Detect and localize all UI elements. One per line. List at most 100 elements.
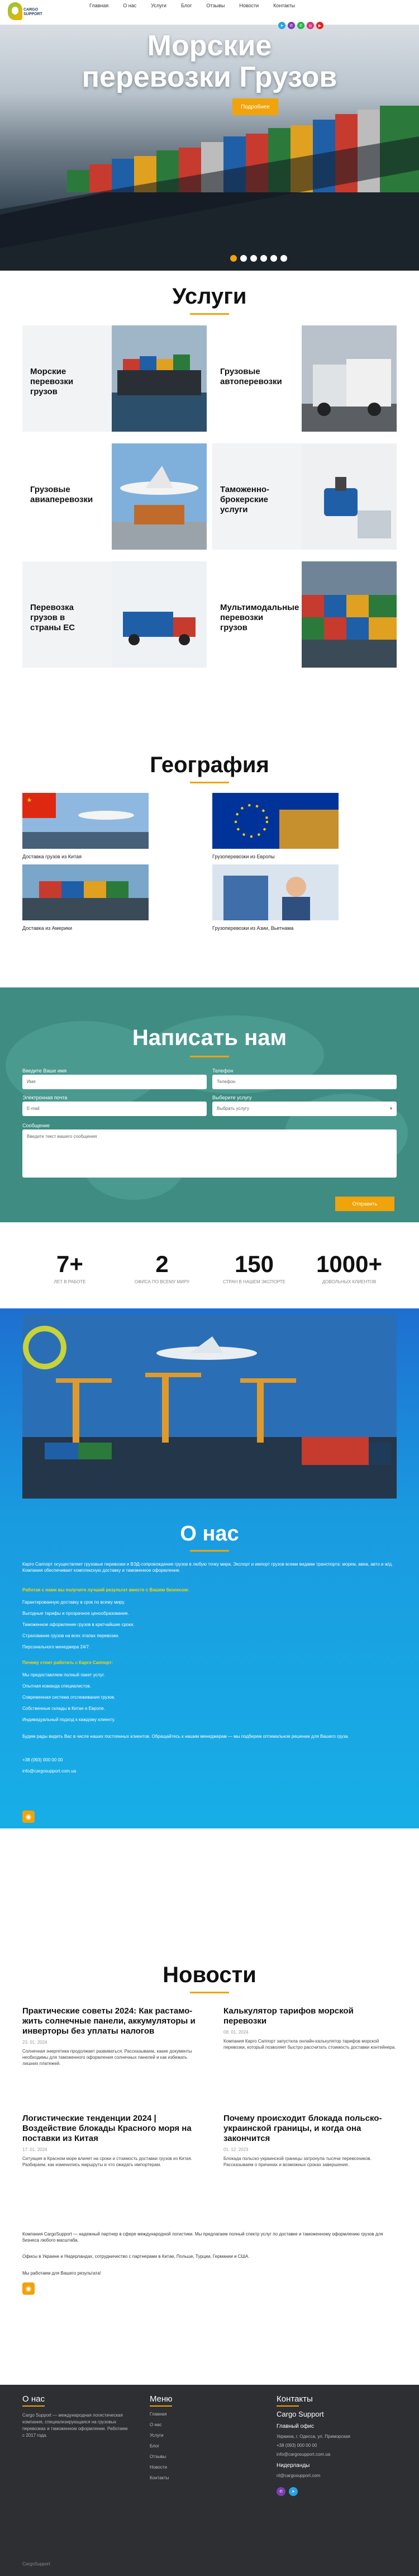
geo-image — [22, 864, 149, 920]
nav-item-about[interactable]: О нас — [123, 3, 136, 8]
telegram-icon[interactable]: ➤ — [289, 2487, 298, 2496]
service-select-label: Выберите услугу — [212, 1095, 252, 1100]
chevron-down-icon: ▾ — [389, 1106, 392, 1111]
services-title: Услуги — [172, 284, 247, 309]
service-card[interactable]: Грузовые автоперевозки — [212, 325, 397, 432]
hero-title: Морские перевозки Грузов — [82, 30, 337, 93]
nav-item-news[interactable]: Новости — [239, 3, 259, 8]
about-line: Опытная команда специалистов. — [22, 1684, 92, 1689]
stat-number: 7+ — [56, 1251, 83, 1277]
service-image — [302, 561, 397, 668]
title-underline — [22, 2405, 45, 2407]
message-field[interactable]: Введите текст вашего сообщения — [22, 1129, 397, 1178]
about-title: О нас — [180, 1522, 239, 1545]
slider-dot[interactable] — [250, 255, 257, 262]
telegram-icon[interactable]: ➤ — [278, 22, 285, 29]
slider-dot[interactable] — [280, 255, 287, 262]
footer-nl-email[interactable]: nl@cargosupport.com — [277, 2473, 320, 2479]
title-underline — [190, 1550, 229, 1552]
nav-item-services[interactable]: Услуги — [151, 3, 166, 8]
footer-email[interactable]: info@cargosupport.com.ua — [277, 2451, 330, 2458]
footer-menu-item[interactable]: Главная — [150, 2409, 169, 2419]
service-card[interactable]: Таможенно-брокерские услуги — [212, 443, 397, 550]
viber-icon[interactable]: ✆ — [277, 2487, 285, 2496]
email-label: Электронная почта — [22, 1095, 68, 1100]
service-title: Перевозка грузов в страны ЕС — [30, 603, 75, 632]
footer-phone[interactable]: +38 (093) 000 00 00 — [277, 2442, 317, 2449]
footer-address: Украина, г. Одесса, ул. Приморская — [277, 2434, 350, 2439]
footer-menu-item[interactable]: Новости — [150, 2462, 169, 2473]
service-image — [302, 443, 397, 550]
footer-menu-item[interactable]: Блог — [150, 2441, 169, 2451]
news-date: 23. 01. 2024 — [22, 2040, 47, 2045]
rss-icon[interactable]: ◉ — [22, 2282, 35, 2295]
stat-number: 150 — [234, 1251, 274, 1277]
news-title[interactable]: Практические советы 2024: Как растамо-жи… — [22, 2006, 196, 2036]
stat-item: 7+ ЛЕТ В РАБОТЕ — [28, 1251, 112, 1285]
service-title: Морские перевозки грузов — [30, 367, 74, 396]
about-intro: Карго Саппорт осуществляет грузовые пере… — [22, 1562, 393, 1573]
footer-menu: Главная О нас Услуги Блог Отзывы Новости… — [150, 2409, 169, 2483]
news-item[interactable]: Логистические тенденции 2024 | Воздейств… — [22, 2114, 196, 2168]
slider-dot[interactable] — [230, 255, 237, 262]
nav-item-blog[interactable]: Блог — [181, 3, 192, 8]
footer-menu-item[interactable]: Услуги — [150, 2430, 169, 2441]
whatsapp-icon[interactable]: ✆ — [297, 22, 304, 29]
service-image — [302, 325, 397, 432]
about-line: Выгодные тарифы и прозрачное ценообразов… — [22, 1611, 129, 1616]
title-underline — [190, 313, 229, 315]
service-card[interactable]: Морские перевозки грузов — [22, 325, 207, 432]
news-item[interactable]: Практические советы 2024: Как растамо-жи… — [22, 2006, 196, 2067]
youtube-icon[interactable]: ▶ — [316, 22, 323, 29]
viber-icon[interactable]: ✆ — [288, 22, 295, 29]
news-date: 17. 01. 2024 — [22, 2147, 47, 2152]
news-item[interactable]: Почему происходит блокада польско-украин… — [223, 2114, 397, 2168]
news-title[interactable]: Почему происходит блокада польско-украин… — [223, 2114, 397, 2144]
about-email[interactable]: info@cargosupport.com.ua — [22, 1768, 397, 1774]
nav-item-contacts[interactable]: Контакты — [273, 3, 295, 8]
instagram-icon[interactable]: ◎ — [307, 22, 314, 29]
about-line: Мы предоставляем полный пакет услуг. — [22, 1672, 105, 1677]
geo-card[interactable]: Доставка из Америки — [22, 864, 149, 933]
stat-label: ЛЕТ В РАБОТЕ — [54, 1279, 86, 1284]
slider-dot[interactable] — [260, 255, 267, 262]
slider-dot[interactable] — [240, 255, 247, 262]
email-field[interactable]: E-mail — [22, 1102, 207, 1116]
slider-dot[interactable] — [270, 255, 277, 262]
about-line: Страхование грузов на всех этапах перево… — [22, 1633, 120, 1638]
about-line: Индивидуальный подход к каждому клиенту. — [22, 1717, 115, 1722]
news-title[interactable]: Калькулятор тарифов морской перевозки — [223, 2006, 397, 2026]
about-outro: Будем рады видеть Вас в числе наших пост… — [22, 1734, 349, 1739]
stat-label: ДОВОЛЬНЫХ КЛИЕНТОВ — [322, 1279, 377, 1284]
slider-dots — [230, 255, 287, 262]
service-title: Грузовые автоперевозки — [220, 367, 282, 386]
nav-item-reviews[interactable]: Отзывы — [206, 3, 225, 8]
logo-mark — [8, 2, 22, 20]
nav-item-home[interactable]: Главная — [89, 3, 108, 8]
geo-card[interactable]: Доставка грузов из Китая — [22, 793, 149, 861]
send-button[interactable]: Отправить — [335, 1197, 394, 1211]
service-image — [112, 325, 207, 432]
phone-field[interactable]: Телефон — [212, 1075, 397, 1089]
logo[interactable]: CARGO SUPPORT — [8, 2, 42, 21]
footer-menu-item[interactable]: Контакты — [150, 2473, 169, 2483]
footer-menu-item[interactable]: О нас — [150, 2419, 169, 2430]
service-select[interactable]: Выбрать услугу ▾ — [212, 1102, 397, 1116]
service-card[interactable]: Грузовые авиаперевозки — [22, 443, 207, 550]
footer-menu-item[interactable]: Отзывы — [150, 2451, 169, 2462]
service-select-value: Выбрать услугу — [217, 1106, 249, 1111]
rss-icon[interactable]: ◉ — [22, 1811, 35, 1823]
geo-card[interactable]: Грузоперевозки из Азии, Вьетнама — [212, 864, 339, 933]
news-item[interactable]: Калькулятор тарифов морской перевозки 08… — [223, 2006, 397, 2050]
service-card[interactable]: Перевозка грузов в страны ЕС — [22, 561, 207, 668]
news-title[interactable]: Логистические тенденции 2024 | Воздейств… — [22, 2114, 196, 2144]
about-phone[interactable]: +38 (093) 000 00 00 — [22, 1757, 397, 1763]
hero-more-button[interactable]: Подробнее — [232, 98, 278, 115]
about-section: О нас Карго Саппорт осуществляет грузовы… — [0, 1308, 419, 1828]
hero-slider: Морские перевозки Грузов Подробнее — [0, 25, 419, 271]
service-card[interactable]: Мультимодальные перевозки грузов — [212, 561, 397, 668]
geo-card[interactable]: Грузоперевозки из Европы — [212, 793, 339, 861]
message-label: Сообщение — [22, 1123, 50, 1128]
name-field[interactable]: Имя — [22, 1075, 207, 1089]
name-label: Введите Ваше имя — [22, 1068, 67, 1074]
